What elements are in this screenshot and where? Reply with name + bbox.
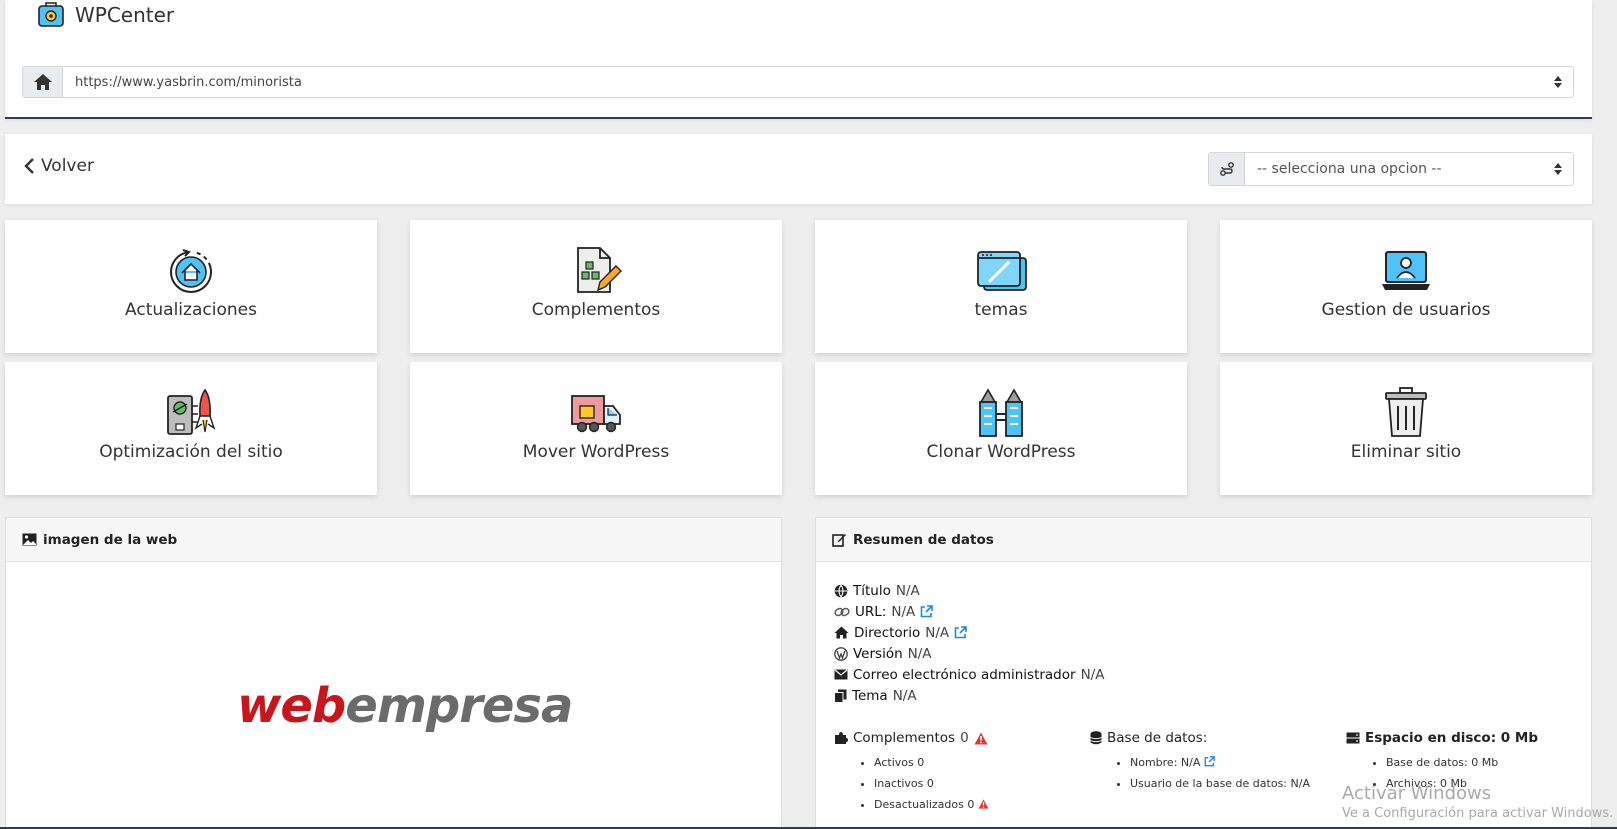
link-icon — [834, 607, 850, 616]
server-icon — [1346, 732, 1360, 744]
tile-label: Actualizaciones — [125, 300, 257, 320]
list-item: Activos 0 — [874, 752, 989, 773]
trash-icon — [1385, 387, 1427, 437]
fact-url: URL: N/A — [834, 601, 1104, 622]
users-icon — [1382, 251, 1430, 290]
home-icon — [23, 67, 63, 97]
puzzle-icon — [835, 732, 848, 744]
plugins-stats: Complementos0 Activos 0 Inactivos 0 Desa… — [834, 728, 989, 815]
tile-label: Gestion de usuarios — [1321, 300, 1491, 320]
list-item-outdated: Desactualizados 0 — [874, 794, 989, 815]
plugins-icon — [577, 247, 622, 293]
tile-label: Mover WordPress — [522, 442, 670, 462]
wordpress-icon — [834, 646, 848, 661]
clone-icon — [979, 388, 1023, 437]
database-icon — [1090, 731, 1102, 745]
external-link-icon[interactable] — [954, 626, 967, 639]
tile-label: Eliminar sitio — [1350, 442, 1462, 462]
list-item: Base de datos: 0 Mb — [1386, 752, 1538, 773]
home-icon — [834, 626, 849, 639]
option-select-value: -- selecciona una opcion -- — [1257, 161, 1442, 177]
tile-label: Complementos — [531, 300, 661, 320]
image-icon — [22, 533, 37, 546]
tile-gestion-usuarios[interactable]: Gestion de usuarios — [1220, 220, 1592, 353]
site-url-select[interactable]: https://www.yasbrin.com/minorista — [22, 66, 1574, 98]
truck-icon — [571, 395, 621, 433]
copy-icon — [834, 689, 847, 703]
external-link-icon[interactable] — [920, 605, 934, 618]
optimization-icon — [167, 388, 216, 435]
summary-facts: Título N/A URL: N/A Directorio N/A Versión N… — [834, 580, 1104, 706]
webempresa-logo: webempresa — [237, 678, 573, 734]
back-button[interactable]: Volver — [23, 156, 94, 176]
option-select[interactable]: -- selecciona una opcion -- — [1208, 152, 1574, 186]
fact-version: Versión N/A — [834, 643, 1104, 664]
list-item: Inactivos 0 — [874, 773, 989, 794]
database-stats: Base de datos: Nombre: N/A Usuario de la… — [1090, 728, 1310, 794]
app-name: WPCenter — [75, 3, 175, 27]
tile-eliminar-sitio[interactable]: Eliminar sitio — [1220, 362, 1592, 495]
route-icon — [1209, 153, 1245, 185]
tile-clonar-wordpress[interactable]: Clonar WordPress — [815, 362, 1187, 495]
fact-correo: Correo electrónico administrador N/A — [834, 664, 1104, 685]
select-arrows-icon — [1543, 76, 1573, 88]
image-panel-header: imagen de la web — [6, 518, 781, 562]
external-link-icon[interactable] — [1204, 756, 1215, 767]
chevron-left-icon — [24, 158, 34, 174]
list-item: Nombre: N/A — [1130, 752, 1310, 773]
envelope-icon — [834, 669, 848, 680]
summary-panel-title: Resumen de datos — [853, 531, 994, 548]
fact-tema: Tema N/A — [834, 685, 1104, 706]
tile-label: Clonar WordPress — [926, 442, 1076, 462]
windows-activation-watermark: Activar Windows Ve a Configuración para … — [1342, 783, 1614, 821]
select-arrows-icon — [1543, 163, 1573, 175]
top-header: WPCenter https://www.yasbrin.com/minoris… — [5, 0, 1592, 119]
tile-optimizacion[interactable]: Optimización del sitio — [5, 362, 377, 495]
briefcase-gear-icon — [38, 2, 64, 27]
tile-mover-wordpress[interactable]: Mover WordPress — [410, 362, 782, 495]
warning-icon — [978, 799, 989, 809]
fact-directorio: Directorio N/A — [834, 622, 1104, 643]
brand[interactable]: WPCenter — [35, 0, 174, 30]
edit-icon — [832, 534, 846, 547]
fact-titulo: Título N/A — [834, 580, 1104, 601]
summary-panel-header: Resumen de datos — [816, 518, 1591, 562]
image-panel: imagen de la web webempresa — [5, 517, 782, 829]
update-icon — [170, 249, 212, 293]
tile-label: temas — [974, 300, 1028, 320]
warning-icon — [974, 732, 988, 744]
action-bar: Volver -- selecciona una opcion -- — [5, 134, 1592, 204]
list-item: Usuario de la base de datos: N/A — [1130, 773, 1310, 794]
globe-icon — [834, 584, 848, 597]
image-panel-title: imagen de la web — [43, 531, 178, 548]
tile-complementos[interactable]: Complementos — [410, 220, 782, 353]
themes-icon — [977, 251, 1027, 291]
site-url-value: https://www.yasbrin.com/minorista — [75, 74, 302, 90]
back-label: Volver — [41, 156, 94, 176]
tile-temas[interactable]: temas — [815, 220, 1187, 353]
tile-actualizaciones[interactable]: Actualizaciones — [5, 220, 377, 353]
tile-label: Optimización del sitio — [99, 442, 283, 462]
